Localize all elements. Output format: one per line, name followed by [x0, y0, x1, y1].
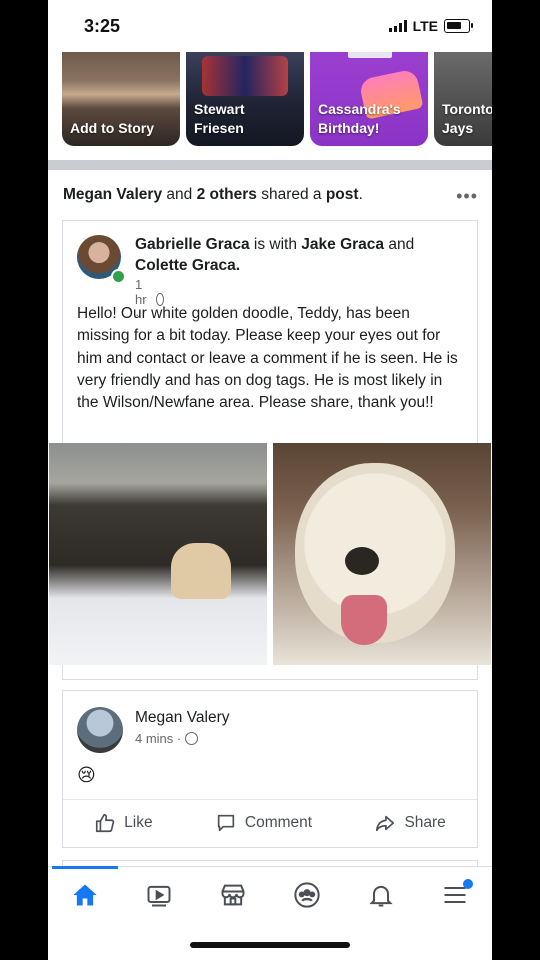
post-link[interactable]: post — [326, 186, 359, 203]
online-status-dot — [111, 269, 126, 284]
post-photo-dog-closeup[interactable] — [273, 443, 491, 665]
status-indicators: LTE — [388, 18, 473, 34]
story-cassandras-birthday[interactable]: Cassandra's Birthday! — [310, 52, 428, 146]
story-thumbnail-image — [202, 56, 288, 96]
sharer-card-name[interactable]: Megan Valery — [135, 709, 229, 727]
post-photo-dog-in-snow[interactable] — [49, 443, 267, 665]
story-sticker — [348, 52, 392, 58]
tagged-person-2[interactable]: Colette Graca. — [135, 257, 240, 274]
post-actions-bar: Like Comment Share — [63, 799, 477, 846]
battery-icon — [444, 19, 473, 33]
story-stewart-friesen[interactable]: Stewart Friesen — [186, 52, 304, 146]
dog-figure — [171, 543, 231, 599]
status-bar: 3:25 LTE — [48, 0, 492, 52]
sharer-card-meta: 4 mins · — [135, 731, 199, 746]
story-add[interactable]: Add to Story — [62, 52, 180, 146]
dog-tongue — [341, 595, 387, 645]
shared-post-card: Gabrielle Graca is with Jake Graca and C… — [49, 220, 491, 680]
like-button[interactable]: Like — [94, 812, 153, 834]
signal-icon — [388, 20, 407, 32]
sharer-avatar[interactable] — [77, 707, 123, 753]
shop-icon — [221, 884, 245, 906]
network-label: LTE — [412, 18, 438, 34]
stories-tray: Add to Story Stewart Friesen Cassandra's… — [48, 52, 492, 158]
nav-menu[interactable] — [435, 875, 475, 915]
active-tab-indicator — [52, 866, 118, 869]
section-divider — [48, 160, 492, 170]
more-options-icon[interactable]: ••• — [456, 186, 478, 207]
story-label: Cassandra's Birthday! — [318, 101, 401, 137]
story-toronto-jays[interactable]: Toronto Jays — [434, 52, 492, 146]
thumbs-up-icon — [96, 813, 115, 833]
tagged-person-1[interactable]: Jake Graca — [301, 236, 384, 253]
post-author-name[interactable]: Gabrielle Graca — [135, 236, 250, 253]
nav-notifications[interactable] — [361, 875, 401, 915]
bottom-nav — [48, 866, 492, 923]
like-label: Like — [124, 814, 153, 831]
crying-emoji: 😢 — [77, 765, 96, 785]
post-author-line: Gabrielle Graca is with Jake Graca and C… — [135, 236, 415, 274]
post-body-text: Hello! Our white golden doodle, Teddy, h… — [77, 305, 458, 412]
story-label: Toronto Jays — [442, 101, 492, 137]
story-label: Add to Story — [70, 120, 154, 137]
story-label: Stewart Friesen — [194, 101, 245, 137]
sharer-name[interactable]: Megan Valery — [63, 186, 162, 203]
nav-marketplace[interactable] — [213, 875, 253, 915]
nav-home[interactable] — [65, 875, 105, 915]
status-time: 3:25 — [84, 16, 121, 36]
others-link[interactable]: 2 others — [197, 186, 257, 203]
bell-icon — [369, 885, 393, 907]
share-arrow-icon — [376, 815, 395, 832]
shared-post-header: Megan Valery and 2 others shared a post. — [63, 186, 363, 203]
globe-icon — [185, 732, 199, 745]
share-label: Share — [404, 814, 446, 831]
home-indicator[interactable] — [190, 942, 350, 948]
share-button[interactable]: Share — [374, 812, 446, 834]
phone-screen: 3:25 LTE Add to Story Stewart Friesen Ca… — [48, 0, 492, 960]
nav-watch[interactable] — [139, 875, 179, 915]
nav-groups[interactable] — [287, 875, 327, 915]
home-icon — [73, 884, 97, 906]
comment-bubble-icon — [217, 814, 235, 832]
groups-icon — [294, 882, 320, 908]
menu-notification-dot — [463, 879, 473, 889]
comment-button[interactable]: Comment — [215, 812, 312, 834]
share-time[interactable]: 4 mins · — [135, 731, 181, 746]
video-icon — [147, 885, 171, 907]
dog-nose — [345, 547, 379, 575]
share-card: Megan Valery 4 mins · 😢 Like Comment Sha… — [62, 690, 478, 848]
comment-label: Comment — [244, 814, 313, 831]
